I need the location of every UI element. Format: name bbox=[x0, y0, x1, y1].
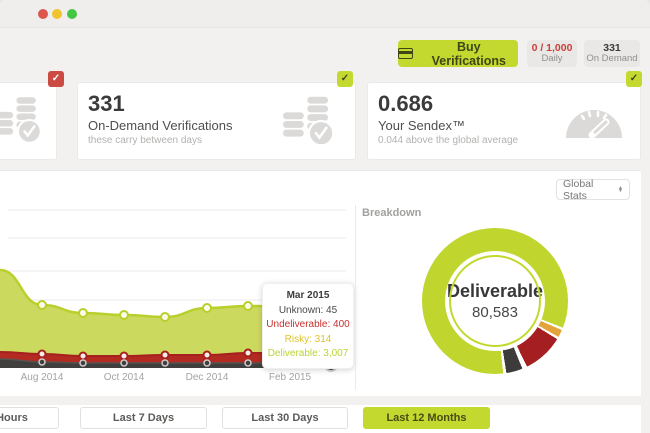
on-demand-title: On-Demand Verifications bbox=[88, 118, 233, 133]
x-axis-tick: Dec 2014 bbox=[186, 372, 229, 383]
donut-center: Deliverable 80,583 bbox=[445, 251, 545, 351]
tooltip-row: Unknown: 45 bbox=[266, 304, 350, 319]
donut-center-label: Deliverable bbox=[447, 281, 543, 302]
chart-tooltip: Mar 2015 Unknown: 45Undeliverable: 400Ri… bbox=[262, 283, 354, 369]
chevron-up-down-icon: ▲▼ bbox=[618, 187, 623, 193]
gauge-icon bbox=[562, 99, 626, 141]
time-range-button[interactable]: Last 12 Months bbox=[363, 407, 490, 429]
global-stats-selected-value: Global Stats bbox=[563, 178, 618, 202]
stat-card-on-demand: 331 On-Demand Verifications these carry … bbox=[77, 82, 356, 160]
stat-card-previous: ✓ bbox=[0, 82, 57, 160]
x-axis-tick: Feb 2015 bbox=[269, 372, 311, 383]
x-axis-tick: Oct 2014 bbox=[104, 372, 145, 383]
on-demand-credits-label: On Demand bbox=[586, 54, 637, 65]
daily-quota-badge: 0 / 1,000 Daily bbox=[527, 40, 577, 67]
tooltip-rows: Unknown: 45Undeliverable: 400Risky: 314D… bbox=[266, 304, 350, 362]
global-stats-select[interactable]: Global Stats ▲▼ bbox=[556, 179, 630, 200]
breakdown-donut-chart[interactable]: Deliverable 80,583 bbox=[422, 228, 568, 374]
time-range-button[interactable]: Last 24 Hours bbox=[0, 407, 59, 429]
window-control-close-button[interactable] bbox=[38, 9, 48, 19]
daily-quota-label: Daily bbox=[541, 54, 562, 65]
time-range-button[interactable]: Last 30 Days bbox=[222, 407, 348, 429]
coins-icon bbox=[281, 95, 337, 147]
x-axis-labels: Aug 2014 Oct 2014 Dec 2014 Feb 2015 bbox=[0, 372, 352, 386]
time-range-button[interactable]: Last 7 Days bbox=[80, 407, 207, 429]
card-toggle-badge-green[interactable]: ✓ bbox=[337, 71, 353, 87]
window-control-minimize-button[interactable] bbox=[52, 9, 62, 19]
on-demand-count: 331 bbox=[88, 91, 233, 117]
sendex-subtitle: 0.044 above the global average bbox=[378, 135, 518, 146]
buy-verifications-button[interactable]: Buy Verifications bbox=[398, 40, 518, 67]
x-axis-tick: Aug 2014 bbox=[21, 372, 64, 383]
breakdown-heading: Breakdown bbox=[362, 207, 421, 219]
window-title-bar bbox=[0, 0, 650, 28]
buy-verifications-label: Buy Verifications bbox=[420, 40, 518, 68]
panel-divider bbox=[355, 205, 356, 390]
sendex-title: Your Sendex™ bbox=[378, 118, 518, 133]
tooltip-row: Deliverable: 3,007 bbox=[266, 347, 350, 362]
tooltip-title: Mar 2015 bbox=[266, 289, 350, 304]
sendex-score: 0.686 bbox=[378, 91, 518, 117]
stat-card-sendex: 0.686 Your Sendex™ 0.044 above the globa… bbox=[367, 82, 641, 160]
card-toggle-badge-red[interactable]: ✓ bbox=[48, 71, 64, 87]
card-toggle-badge-green[interactable]: ✓ bbox=[626, 71, 642, 87]
on-demand-credits-badge: 331 On Demand bbox=[584, 40, 640, 67]
dashboard-window: Buy Verifications 0 / 1,000 Daily 331 On… bbox=[0, 0, 650, 433]
sendex-card-text: 0.686 Your Sendex™ 0.044 above the globa… bbox=[378, 91, 518, 146]
donut-center-value: 80,583 bbox=[472, 304, 518, 321]
on-demand-card-text: 331 On-Demand Verifications these carry … bbox=[88, 91, 233, 146]
window-control-zoom-button[interactable] bbox=[67, 9, 77, 19]
tooltip-row: Risky: 314 bbox=[266, 333, 350, 348]
on-demand-subtitle: these carry between days bbox=[88, 135, 233, 146]
credit-card-icon bbox=[398, 48, 413, 59]
coins-icon bbox=[0, 95, 44, 145]
tooltip-row: Undeliverable: 400 bbox=[266, 318, 350, 333]
